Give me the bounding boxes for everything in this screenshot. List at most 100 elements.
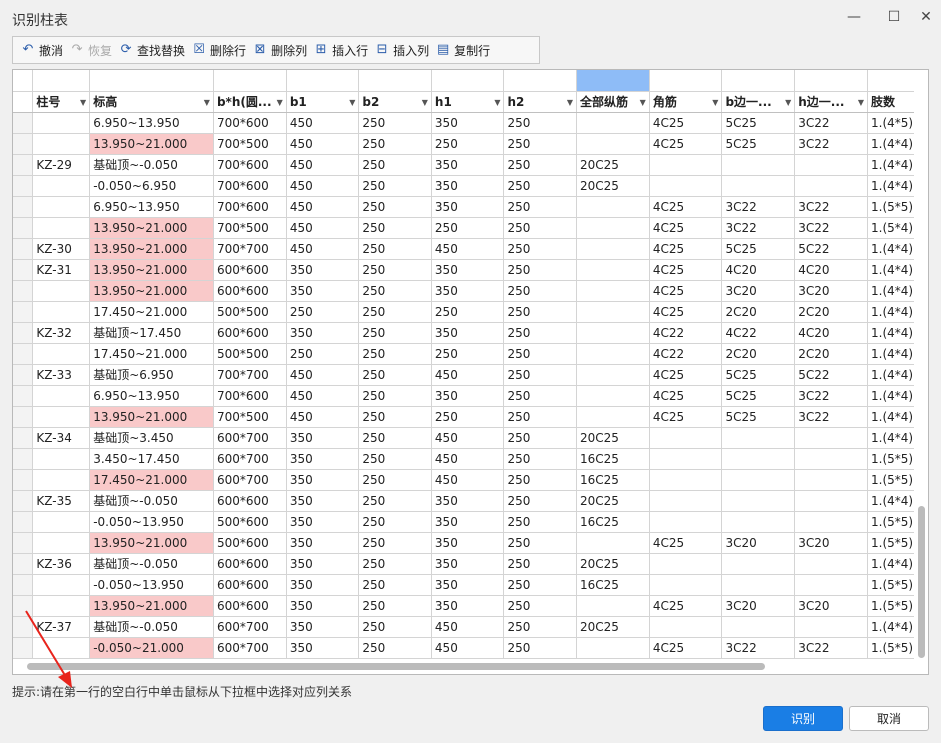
table-cell[interactable]: 5C22 (794, 238, 869, 260)
table-cell[interactable]: 350 (286, 637, 360, 659)
table-cell[interactable]: 250 (358, 301, 432, 323)
table-cell[interactable]: 5C25 (721, 238, 796, 260)
table-cell[interactable]: 250 (503, 532, 578, 554)
row-header-cell[interactable] (13, 196, 34, 218)
table-cell[interactable]: 250 (431, 301, 505, 323)
table-cell[interactable]: 6.950~13.950 (89, 196, 214, 218)
minimize-icon[interactable]: — (842, 6, 866, 28)
table-cell[interactable]: 250 (358, 553, 432, 575)
table-cell[interactable] (32, 112, 91, 134)
table-cell[interactable]: 2C20 (721, 301, 796, 323)
table-cell[interactable] (576, 322, 650, 344)
table-cell[interactable] (794, 448, 869, 470)
table-cell[interactable] (32, 637, 91, 659)
table-cell[interactable]: 基础顶~-0.050 (89, 154, 214, 176)
table-cell[interactable] (721, 427, 796, 449)
table-cell[interactable]: 6.950~13.950 (89, 385, 214, 407)
table-cell[interactable]: 13.950~21.000 (89, 280, 214, 302)
table-cell[interactable]: 250 (358, 112, 432, 134)
table-cell[interactable]: 250 (431, 343, 505, 365)
table-cell[interactable]: 250 (503, 511, 578, 533)
table-cell[interactable]: 250 (358, 616, 432, 638)
table-cell[interactable]: 600*600 (213, 553, 287, 575)
mapping-cell[interactable] (213, 70, 287, 92)
table-cell[interactable] (32, 217, 91, 239)
table-cell[interactable]: 4C25 (649, 637, 723, 659)
column-header[interactable]: b*h(圆... ▼ (213, 91, 287, 113)
table-cell[interactable]: 4C25 (649, 364, 723, 386)
table-cell[interactable]: 250 (503, 133, 578, 155)
row-header-cell[interactable] (13, 616, 34, 638)
table-cell[interactable] (721, 469, 796, 491)
table-cell[interactable]: 4C25 (649, 406, 723, 428)
table-cell[interactable] (794, 469, 869, 491)
mapping-cell[interactable] (649, 70, 723, 92)
table-cell[interactable] (649, 553, 723, 575)
table-cell[interactable]: 350 (431, 112, 505, 134)
table-cell[interactable] (32, 343, 91, 365)
table-cell[interactable]: 350 (286, 616, 360, 638)
table-cell[interactable]: 350 (431, 574, 505, 596)
table-cell[interactable]: -0.050~13.950 (89, 511, 214, 533)
delete-row-button[interactable]: ☒ 删除行 (188, 38, 249, 62)
table-cell[interactable]: 250 (503, 574, 578, 596)
dropdown-arrow-icon[interactable]: ▼ (494, 98, 500, 107)
table-cell[interactable] (649, 616, 723, 638)
table-cell[interactable]: 250 (503, 469, 578, 491)
table-cell[interactable]: 450 (286, 385, 360, 407)
table-cell[interactable]: 350 (286, 427, 360, 449)
table-cell[interactable]: 250 (358, 511, 432, 533)
table-cell[interactable]: 350 (431, 511, 505, 533)
table-cell[interactable] (794, 490, 869, 512)
column-header[interactable]: 柱号 ▼ (32, 91, 91, 113)
table-cell[interactable]: 20C25 (576, 175, 650, 197)
dropdown-arrow-icon[interactable]: ▼ (640, 98, 646, 107)
row-header-cell[interactable] (13, 343, 34, 365)
table-cell[interactable]: KZ-32 (32, 322, 91, 344)
table-cell[interactable]: 基础顶~-0.050 (89, 490, 214, 512)
cancel-button[interactable]: 取消 (849, 706, 929, 731)
table-cell[interactable] (649, 511, 723, 533)
table-cell[interactable]: 600*700 (213, 448, 287, 470)
table-cell[interactable]: 450 (286, 364, 360, 386)
table-cell[interactable]: 4C25 (649, 259, 723, 281)
table-cell[interactable]: 250 (503, 448, 578, 470)
table-cell[interactable]: 250 (358, 448, 432, 470)
table-cell[interactable]: 4C20 (721, 259, 796, 281)
row-header-cell[interactable] (13, 322, 34, 344)
table-cell[interactable]: 5C22 (794, 364, 869, 386)
row-header-cell[interactable] (13, 469, 34, 491)
table-cell[interactable]: 16C25 (576, 574, 650, 596)
table-cell[interactable]: 500*500 (213, 343, 287, 365)
table-cell[interactable]: 5C25 (721, 112, 796, 134)
row-header-cell[interactable] (13, 490, 34, 512)
table-cell[interactable] (721, 511, 796, 533)
table-cell[interactable]: 250 (503, 154, 578, 176)
table-cell[interactable] (721, 553, 796, 575)
table-cell[interactable]: 3C22 (794, 637, 869, 659)
table-cell[interactable]: 350 (286, 448, 360, 470)
table-cell[interactable] (32, 448, 91, 470)
row-header-cell[interactable] (13, 532, 34, 554)
table-cell[interactable]: 350 (431, 154, 505, 176)
table-cell[interactable]: 500*600 (213, 532, 287, 554)
table-cell[interactable]: 250 (286, 343, 360, 365)
table-cell[interactable]: 250 (503, 175, 578, 197)
table-cell[interactable] (576, 406, 650, 428)
table-cell[interactable] (794, 511, 869, 533)
table-cell[interactable]: 450 (286, 238, 360, 260)
table-cell[interactable]: 450 (286, 112, 360, 134)
table-cell[interactable]: 基础顶~17.450 (89, 322, 214, 344)
table-cell[interactable]: 450 (431, 616, 505, 638)
table-cell[interactable] (649, 175, 723, 197)
table-cell[interactable]: 13.950~21.000 (89, 133, 214, 155)
table-cell[interactable]: 4C25 (649, 280, 723, 302)
table-cell[interactable]: 500*600 (213, 511, 287, 533)
undo-button[interactable]: ↶ 撤消 (17, 38, 66, 62)
insert-row-button[interactable]: ⊞ 插入行 (310, 38, 371, 62)
table-cell[interactable]: 250 (431, 133, 505, 155)
table-cell[interactable]: 700*600 (213, 196, 287, 218)
table-cell[interactable]: 4C25 (649, 301, 723, 323)
table-cell[interactable]: 5C25 (721, 385, 796, 407)
table-cell[interactable]: -0.050~21.000 (89, 637, 214, 659)
